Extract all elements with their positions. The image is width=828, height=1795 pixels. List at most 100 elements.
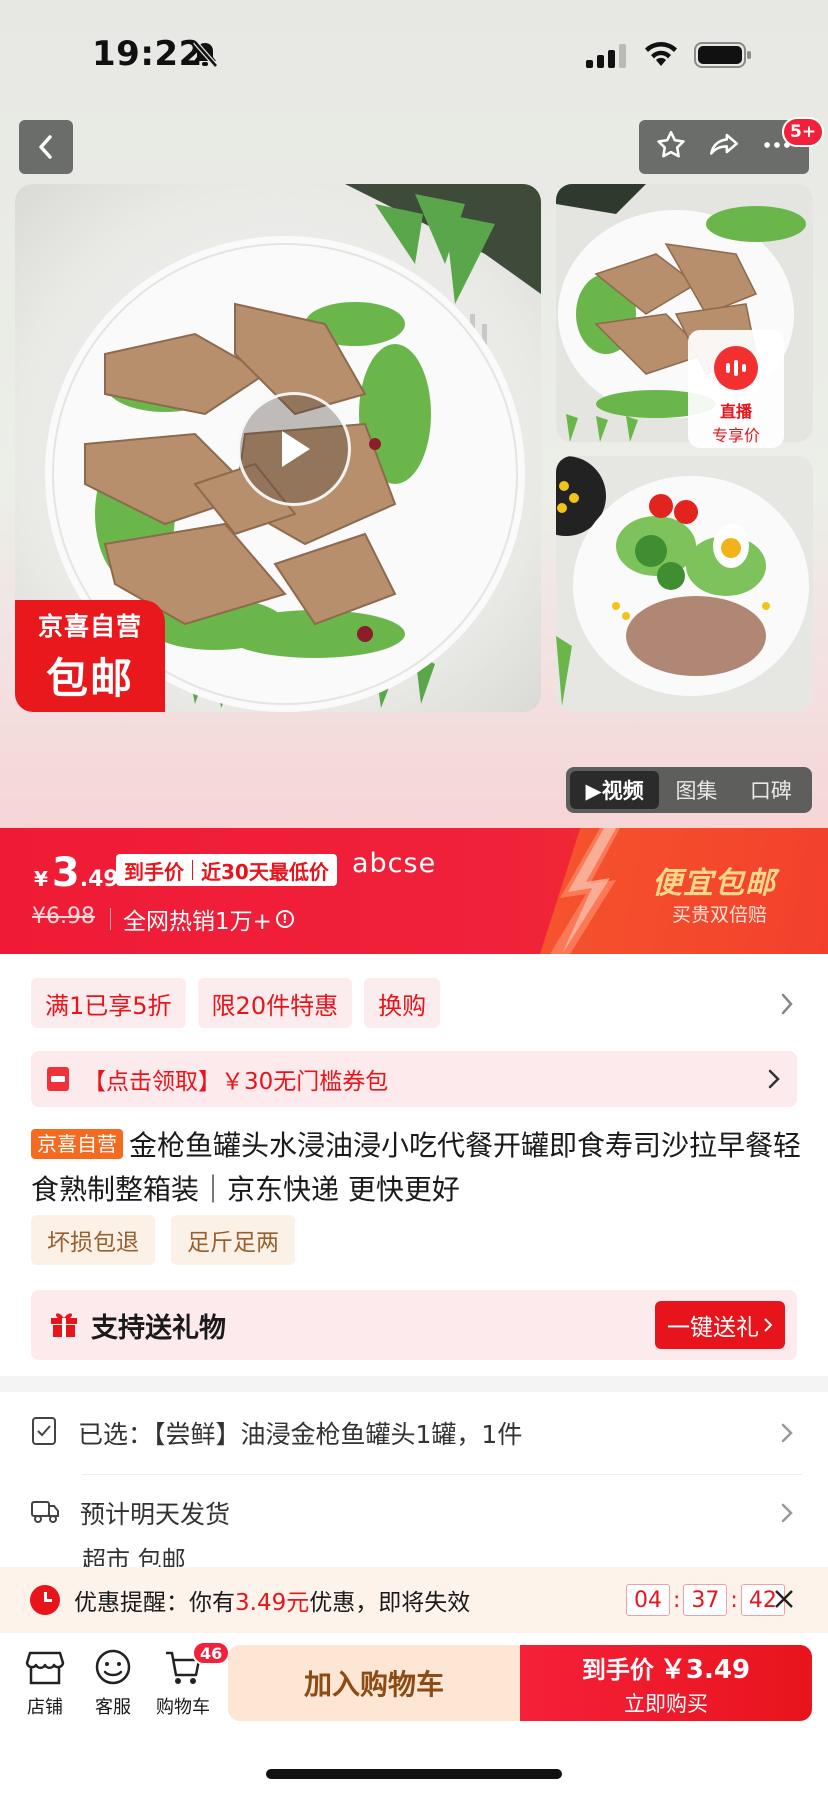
back-button[interactable]	[19, 120, 73, 174]
live-icon	[714, 346, 758, 390]
promo-subtitle: 买贵双倍赔	[672, 904, 768, 926]
spec-text: 已选：【尝鲜】油浸金枪鱼罐头1罐，1件	[78, 1415, 522, 1451]
promo-chip-exchange[interactable]: 换购	[364, 978, 441, 1028]
wifi-icon	[643, 40, 679, 72]
cart-button[interactable]: 购物车 46	[148, 1641, 231, 1719]
section-divider	[0, 1376, 828, 1392]
service-chip-damage-return[interactable]: 坏损包退	[31, 1215, 155, 1265]
service-chips: 坏损包退 足斤足两	[31, 1215, 295, 1265]
shipping-row[interactable]: 预计明天发货	[0, 1478, 828, 1548]
promo-chip-discount[interactable]: 满1已享5折	[31, 978, 186, 1028]
price-banner: ¥ 3 .49 到手价 近30天最低价 abcse ¥6.98 全网热销1万+ …	[0, 828, 828, 954]
gift-icon	[49, 1308, 79, 1342]
store-button[interactable]: 店铺	[10, 1649, 80, 1719]
home-indicator	[266, 1769, 562, 1779]
product-video-cover[interactable]: 京喜自营 包邮	[15, 184, 541, 712]
truck-icon	[30, 1497, 60, 1529]
service-chip-full-weight[interactable]: 足斤足两	[171, 1215, 295, 1265]
price-tag-final: 到手价	[124, 859, 184, 884]
play-video-button[interactable]	[237, 392, 351, 506]
coupon-icon	[47, 1067, 69, 1091]
gift-bar: 支持送礼物 一键送礼	[31, 1290, 797, 1360]
tab-reviews[interactable]: 口碑	[734, 771, 808, 809]
buy-price-label: 到手价	[581, 1655, 654, 1684]
status-bar: 19:22	[0, 0, 828, 110]
discount-reminder-bar: 优惠提醒：你有3.49元优惠，即将失效 04 : 37 : 42	[0, 1567, 828, 1633]
lightning-icon	[550, 828, 620, 954]
buy-price-value: ￥3.49	[659, 1654, 751, 1685]
gift-label: 支持送礼物	[91, 1312, 226, 1344]
buy-action-label: 立即购买	[624, 1691, 708, 1716]
corner-tag-line1: 京喜自营	[37, 611, 142, 641]
tab-gallery[interactable]: 图集	[659, 771, 733, 809]
price-label-tags: 到手价 近30天最低价	[116, 854, 337, 886]
message-badge: 5+	[782, 117, 825, 147]
reminder-amount: 3.49元	[235, 1590, 310, 1616]
currency-symbol: ¥	[34, 867, 48, 891]
favorite-star-icon[interactable]	[654, 128, 688, 166]
signal-icon	[586, 44, 630, 72]
final-price: ¥ 3 .49	[34, 850, 119, 896]
promo-chip-limited[interactable]: 限20件特惠	[197, 978, 353, 1028]
live-price-card[interactable]: 直播 专享价	[688, 330, 784, 448]
countdown-hours: 04	[626, 1584, 670, 1616]
reminder-text: 优惠提醒：你有3.49元优惠，即将失效	[74, 1583, 470, 1617]
coupon-text: 【点击领取】￥30无门槛券包	[83, 1069, 389, 1095]
chevron-right-icon	[764, 1318, 773, 1332]
countdown-colon: :	[730, 1587, 738, 1613]
spec-label: 已选：	[78, 1420, 154, 1449]
cart-label: 购物车	[156, 1697, 210, 1718]
shipping-estimate: 预计明天发货	[80, 1500, 231, 1529]
countdown-timer: 04 : 37 : 42	[626, 1584, 785, 1616]
chevron-left-icon	[39, 135, 52, 159]
battery-icon	[694, 42, 752, 72]
share-icon[interactable]	[707, 128, 741, 166]
price-integer: 3	[51, 850, 80, 896]
tuna-salad-thumbnail	[556, 456, 813, 712]
status-time: 19:22	[92, 34, 203, 74]
row-divider	[82, 1474, 802, 1475]
sales-count[interactable]: 全网热销1万+ !	[123, 902, 294, 936]
chevron-right-icon[interactable]	[780, 992, 794, 1020]
store-type-tag: 京喜自营	[31, 1129, 123, 1159]
chevron-right-icon	[780, 1422, 794, 1448]
close-icon[interactable]	[770, 1585, 798, 1617]
store-label: 店铺	[27, 1697, 63, 1718]
product-thumbnail-2[interactable]	[556, 456, 813, 712]
tab-video[interactable]: ▶视频	[570, 771, 660, 809]
price-divider	[110, 908, 111, 930]
jingxi-free-shipping-tag: 京喜自营 包邮	[15, 600, 165, 712]
overlay-text: abcse	[352, 848, 437, 879]
sales-text: 全网热销1万+	[123, 909, 272, 935]
countdown-minutes: 37	[683, 1584, 728, 1616]
store-icon	[25, 1651, 65, 1685]
send-gift-button[interactable]: 一键送礼	[655, 1301, 785, 1349]
send-gift-label: 一键送礼	[667, 1315, 759, 1341]
customer-service-label: 客服	[95, 1697, 131, 1718]
customer-service-button[interactable]: 客服	[78, 1649, 148, 1719]
spec-icon	[30, 1416, 58, 1450]
bottom-action-bar: 店铺 客服 购物车 46 加入购物车 到手价 ￥3.49 立即购买	[0, 1633, 828, 1733]
info-icon: !	[275, 910, 294, 928]
add-to-cart-button[interactable]: 加入购物车	[228, 1645, 520, 1721]
price-tag-lowest: 近30天最低价	[201, 859, 329, 884]
play-icon	[282, 431, 310, 467]
promo-title: 便宜包邮	[652, 866, 776, 901]
reminder-prefix: 优惠提醒：你有	[74, 1590, 235, 1616]
selected-spec-row[interactable]: 已选：【尝鲜】油浸金枪鱼罐头1罐，1件	[0, 1398, 828, 1468]
price-decimal: .49	[79, 867, 119, 892]
buy-now-button[interactable]: 到手价 ￥3.49 立即购买	[520, 1645, 812, 1721]
reminder-suffix: 优惠，即将失效	[309, 1590, 471, 1616]
coupon-bar[interactable]: 【点击领取】￥30无门槛券包	[31, 1051, 797, 1107]
chevron-right-icon	[780, 1502, 794, 1528]
live-label: 直播	[719, 402, 752, 421]
live-price-label: 专享价	[711, 426, 760, 445]
media-tab-switcher: ▶视频 图集 口碑	[566, 767, 812, 813]
product-title: 京喜自营 金枪鱼罐头水浸油浸小吃代餐开罐即食寿司沙拉早餐轻食熟制整箱装｜京东快递 …	[31, 1124, 801, 1212]
countdown-colon: :	[673, 1587, 681, 1613]
clock-icon	[30, 1585, 60, 1615]
promo-chips: 满1已享5折 限20件特惠 换购	[31, 978, 441, 1028]
cart-count-badge: 46	[192, 1641, 231, 1665]
buy-price-line: 到手价 ￥3.49	[582, 1649, 750, 1686]
spec-value: 【尝鲜】油浸金枪鱼罐头1罐，1件	[153, 1420, 523, 1449]
